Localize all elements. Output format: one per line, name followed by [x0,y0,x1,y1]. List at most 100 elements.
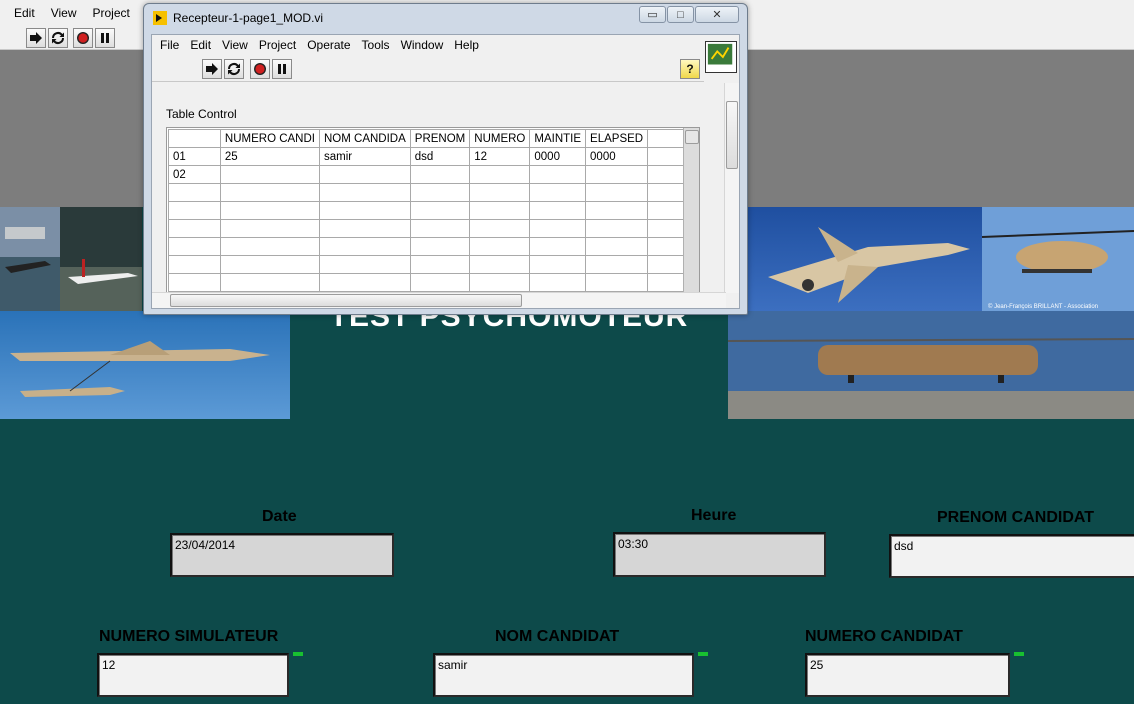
table-cell[interactable] [585,273,649,292]
numero-field[interactable]: 25 [805,653,1010,697]
simulateur-field[interactable]: 12 [97,653,289,697]
table-cell[interactable] [319,273,411,292]
table-cell[interactable] [168,219,221,238]
prenom-field[interactable]: dsd [889,534,1134,578]
table-cell[interactable] [409,255,471,274]
table-cell[interactable]: samir [319,147,411,166]
table-cell[interactable] [219,183,321,202]
date-field[interactable]: 23/04/2014 [170,533,394,577]
vertical-scroll-thumb[interactable] [726,101,738,169]
horizontal-scroll-thumb[interactable] [170,294,522,307]
table-cell[interactable] [219,165,321,184]
abort-icon[interactable] [73,28,93,48]
table-cell[interactable] [219,237,321,256]
table-cell[interactable] [529,165,587,184]
table-cell[interactable] [529,255,587,274]
vi-menu-view[interactable]: View [222,38,251,52]
table-cell[interactable] [585,183,649,202]
vi-menu-project[interactable]: Project [259,38,299,52]
table-cell[interactable] [168,237,221,256]
table-cell[interactable] [219,201,321,220]
table-cell[interactable] [409,273,471,292]
table-cell[interactable] [219,219,321,238]
table-cell[interactable] [219,255,321,274]
scroll-up-arrow[interactable] [685,130,699,144]
minimize-button[interactable]: ▭ [639,6,666,23]
table-cell[interactable] [585,255,649,274]
window-vertical-scrollbar[interactable] [724,83,739,293]
table-cell[interactable] [529,201,587,220]
table-cell[interactable] [585,219,649,238]
table-cell[interactable] [469,201,531,220]
vi-titlebar[interactable]: Recepteur-1-page1_MOD.vi ▭ □ ✕ [144,4,747,32]
table-cell[interactable] [409,201,471,220]
nom-field[interactable]: samir [433,653,694,697]
table-cell[interactable] [529,237,587,256]
table-cell[interactable]: 02 [168,165,221,184]
table-cell[interactable] [168,201,221,220]
vi-menu-tools[interactable]: Tools [362,38,393,52]
window-horizontal-scrollbar[interactable] [152,292,726,308]
pause-icon[interactable] [95,28,115,48]
vi-menu-operate[interactable]: Operate [307,38,353,52]
table-cell[interactable]: 0000 [585,147,649,166]
table-cell[interactable] [168,255,221,274]
table-cell[interactable] [469,273,531,292]
table-cell[interactable] [585,237,649,256]
table-cell[interactable] [409,237,471,256]
table-cell[interactable] [219,273,321,292]
table-cell[interactable]: 0000 [529,147,587,166]
heure-field[interactable]: 03:30 [613,532,826,577]
table-control[interactable]: NUMERO CANDI NOM CANDIDA PRENOM NUMERO MAINT… [166,127,700,293]
table-cell[interactable] [469,219,531,238]
table-cell[interactable] [469,165,531,184]
menu-project[interactable]: Project [92,6,129,20]
vi-menu-help[interactable]: Help [454,38,482,52]
table-cell[interactable] [319,237,411,256]
table-cell[interactable] [319,201,411,220]
table-cell[interactable] [319,165,411,184]
pause-icon[interactable] [272,59,292,79]
table-cell[interactable] [529,273,587,292]
table-cell[interactable] [168,183,221,202]
vi-connector-icon[interactable] [705,41,737,73]
menu-view[interactable]: View [51,6,77,20]
run-arrow-icon[interactable] [26,28,46,48]
vi-menu-file[interactable]: File [160,38,182,52]
table-cell[interactable] [469,183,531,202]
column-header[interactable] [168,129,221,148]
table-vertical-scrollbar[interactable] [683,128,699,292]
column-header[interactable]: NUMERO [469,129,531,148]
run-arrow-icon[interactable] [202,59,222,79]
table-cell[interactable] [319,255,411,274]
close-button[interactable]: ✕ [695,6,739,23]
table-cell[interactable]: 25 [219,147,321,166]
table-cell[interactable] [529,219,587,238]
column-header[interactable]: PRENOM [409,129,471,148]
help-icon[interactable]: ? [680,59,700,79]
column-header[interactable]: MAINTIE [529,129,587,148]
table-cell[interactable] [469,237,531,256]
table-cell[interactable]: 01 [168,147,221,166]
table-cell[interactable]: 12 [469,147,531,166]
table-cell[interactable] [585,201,649,220]
table-cell[interactable] [585,165,649,184]
vi-menu-edit[interactable]: Edit [190,38,214,52]
run-continuously-icon[interactable] [224,59,244,79]
table-cell[interactable] [529,183,587,202]
table-cell[interactable] [319,219,411,238]
column-header[interactable]: ELAPSED [585,129,649,148]
table-cell[interactable]: dsd [409,147,471,166]
table-cell[interactable] [409,165,471,184]
maximize-button[interactable]: □ [667,6,694,23]
column-header[interactable]: NOM CANDIDA [319,129,411,148]
run-continuously-icon[interactable] [48,28,68,48]
table-cell[interactable] [469,255,531,274]
table-cell[interactable] [409,219,471,238]
menu-edit[interactable]: Edit [14,6,35,20]
abort-icon[interactable] [250,59,270,79]
vi-menu-window[interactable]: Window [401,38,447,52]
table-cell[interactable] [409,183,471,202]
table-cell[interactable] [168,273,221,292]
column-header[interactable]: NUMERO CANDI [219,129,321,148]
